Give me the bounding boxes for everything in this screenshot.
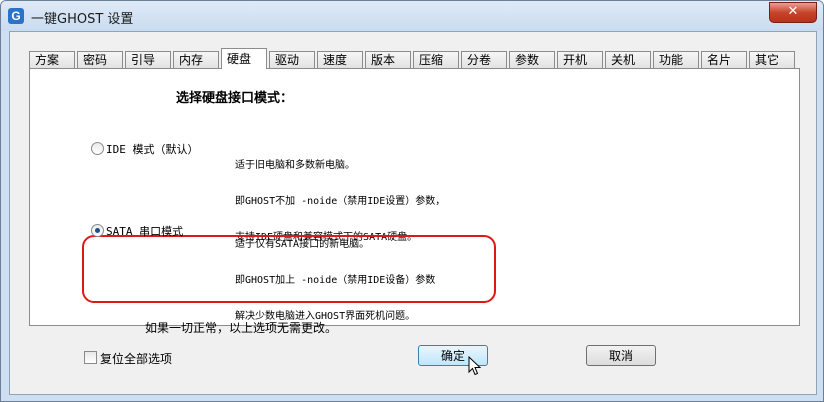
sata-desc-line-1: 适于仅有SATA接口的新电脑。 — [235, 239, 370, 250]
hint-text: 如果一切正常，以上选项无需更改。 — [145, 321, 338, 335]
ide-desc-line-2: 即GHOST不加 -noide（禁用IDE设置）参数， — [235, 196, 446, 207]
tab-5[interactable]: 驱动 — [269, 51, 315, 68]
tab-11[interactable]: 开机 — [557, 51, 603, 68]
title-bar[interactable]: G 一键GHOST 设置 ✕ — [1, 1, 823, 31]
tab-10[interactable]: 参数 — [509, 51, 555, 68]
ide-desc-line-1: 适于旧电脑和多数新电脑。 — [235, 160, 355, 171]
mouse-pointer-icon — [468, 356, 482, 376]
sata-mode-radio[interactable] — [91, 224, 104, 237]
tab-4[interactable]: 硬盘 — [221, 48, 267, 69]
cancel-button[interactable]: 取消 — [586, 345, 656, 366]
tab-1[interactable]: 密码 — [77, 51, 123, 68]
sata-mode-label[interactable]: SATA 串口模式 — [106, 223, 183, 239]
tab-0[interactable]: 方案 — [29, 51, 75, 68]
tab-8[interactable]: 压缩 — [413, 51, 459, 68]
tab-panel-disk: 选择硬盘接口模式： IDE 模式（默认） 适于旧电脑和多数新电脑。 即GHOST… — [29, 68, 800, 335]
sata-desc-line-2: 即GHOST加上 -noide（禁用IDE设备）参数 — [235, 275, 436, 286]
reset-all-label[interactable]: 复位全部选项 — [100, 350, 172, 367]
ide-mode-label[interactable]: IDE 模式（默认） — [106, 141, 199, 157]
window-title: 一键GHOST 设置 — [31, 12, 134, 27]
tab-2[interactable]: 引导 — [125, 51, 171, 68]
ide-mode-radio[interactable] — [91, 142, 104, 155]
settings-window: G 一键GHOST 设置 ✕ 方案 密码 引导 内存 硬盘 驱动 速度 版本 压缩 分卷 参数 开机关… — [0, 0, 824, 402]
tab-13[interactable]: 功能 — [653, 51, 699, 68]
reset-all-checkbox[interactable] — [84, 351, 97, 364]
app-icon: G — [8, 8, 24, 24]
tab-14[interactable]: 名片 — [701, 51, 747, 68]
dialog-body: 方案 密码 引导 内存 硬盘 驱动 速度 版本 压缩 分卷 参数 开机 关机 功能 名片 其它 选择硬盘接口模… — [9, 31, 817, 395]
panel-heading: 选择硬盘接口模式： — [176, 91, 294, 106]
tab-7[interactable]: 版本 — [365, 51, 411, 68]
tab-15[interactable]: 其它 — [749, 51, 795, 68]
tab-9[interactable]: 分卷 — [461, 51, 507, 68]
tab-6[interactable]: 速度 — [317, 51, 363, 68]
tab-12[interactable]: 关机 — [605, 51, 651, 68]
close-button[interactable]: ✕ — [769, 2, 817, 23]
tab-3[interactable]: 内存 — [173, 51, 219, 68]
